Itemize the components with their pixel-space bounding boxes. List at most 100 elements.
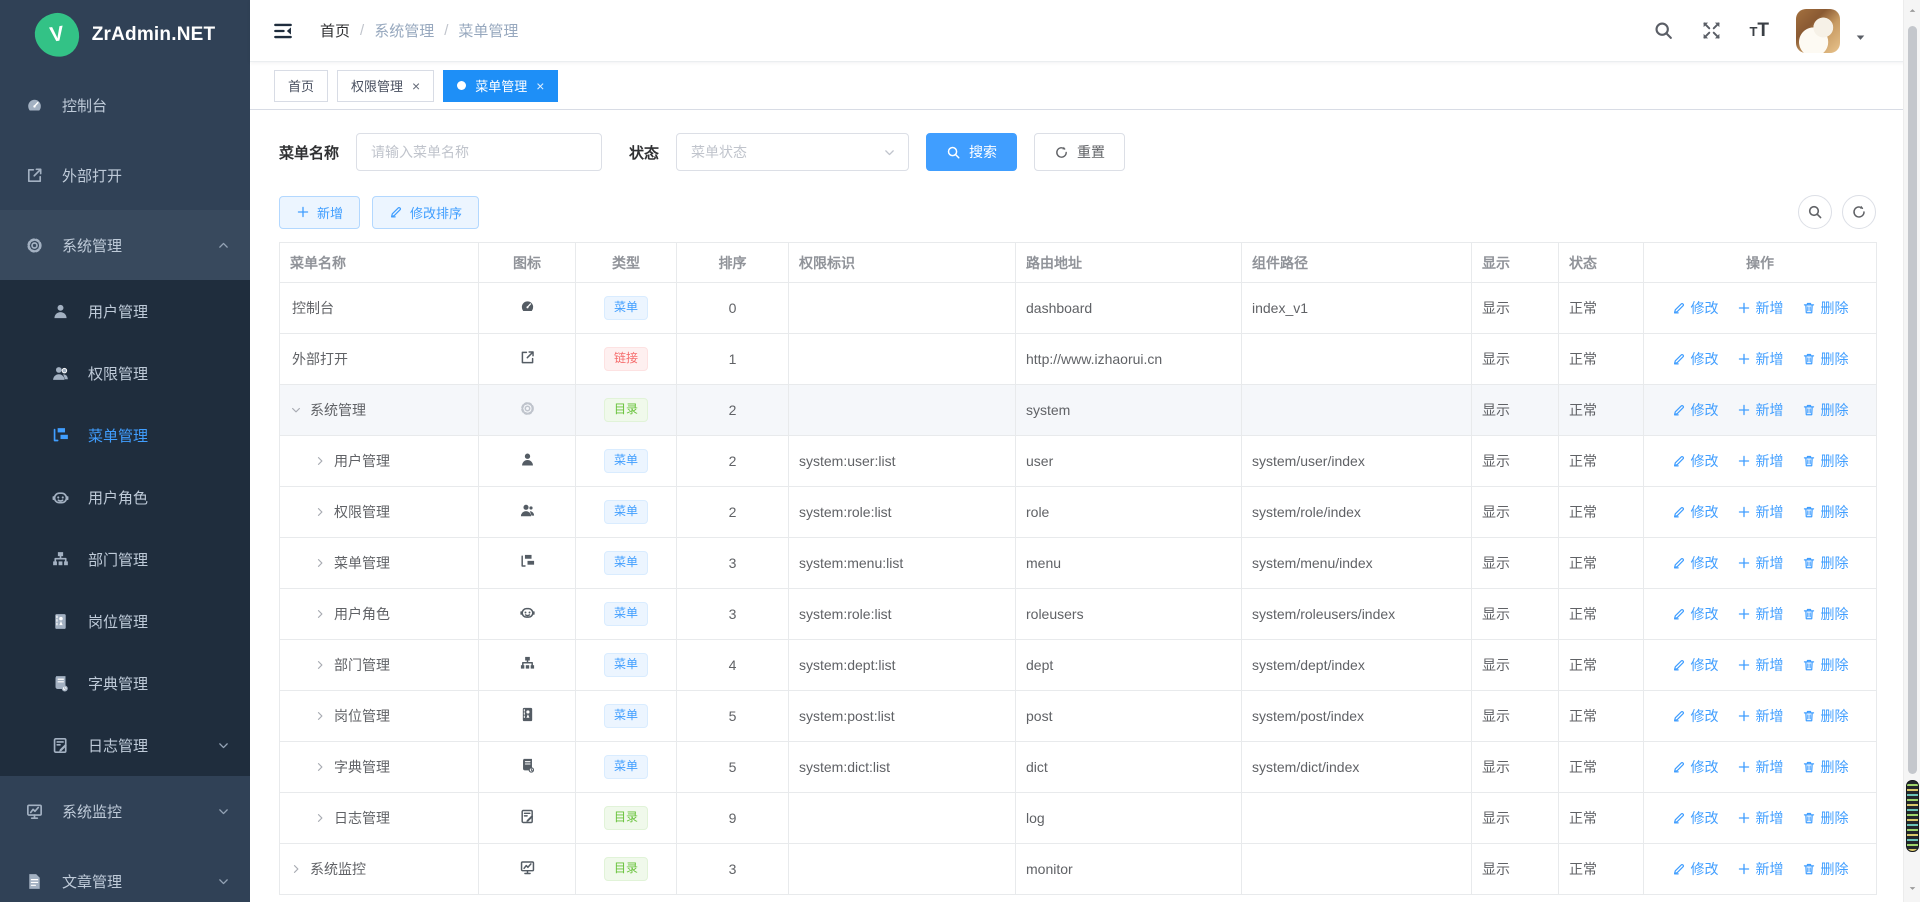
tab[interactable]: 权限管理 × — [337, 70, 434, 102]
cell-actions: 修改新增删除 — [1644, 385, 1877, 436]
plus-icon — [1737, 811, 1751, 825]
trash-row-action[interactable]: 删除 — [1802, 757, 1849, 777]
sidebar-item-book[interactable]: 字典管理 — [0, 652, 250, 714]
plus-row-action[interactable]: 新增 — [1737, 859, 1784, 879]
edit-row-action[interactable]: 修改 — [1672, 400, 1719, 420]
trash-row-action[interactable]: 删除 — [1802, 604, 1849, 624]
edit-row-action[interactable]: 修改 — [1672, 757, 1719, 777]
tree-expand-icon[interactable] — [314, 455, 326, 467]
cell-perms: system:role:list — [789, 487, 1016, 538]
edit-sort-button[interactable]: 修改排序 — [372, 196, 479, 229]
font-size-icon[interactable]: TT — [1749, 21, 1769, 40]
close-icon[interactable]: × — [412, 79, 420, 93]
trash-row-action[interactable]: 删除 — [1802, 400, 1849, 420]
cell-type: 目录 — [576, 793, 677, 844]
edit-row-action[interactable]: 修改 — [1672, 298, 1719, 318]
scrollbar-thumb[interactable] — [1908, 26, 1917, 774]
trash-row-action[interactable]: 删除 — [1802, 808, 1849, 828]
tree-expand-icon[interactable] — [314, 608, 326, 620]
trash-row-action[interactable]: 删除 — [1802, 706, 1849, 726]
scroll-up-arrow-icon[interactable] — [1904, 2, 1920, 18]
sidebar-item-monitor[interactable]: 系统监控 — [0, 776, 250, 846]
sidebar-item-article[interactable]: 文章管理 — [0, 846, 250, 902]
avatar[interactable] — [1796, 9, 1840, 53]
sidebar-item-tree[interactable]: 菜单管理 — [0, 404, 250, 466]
reset-button[interactable]: 重置 — [1034, 133, 1125, 171]
edit-row-action[interactable]: 修改 — [1672, 859, 1719, 879]
search-button[interactable]: 搜索 — [926, 133, 1017, 171]
fullscreen-icon[interactable] — [1701, 20, 1722, 41]
sidebar-item-robot[interactable]: 用户角色 — [0, 466, 250, 528]
plus-row-action[interactable]: 新增 — [1737, 553, 1784, 573]
plus-row-action[interactable]: 新增 — [1737, 349, 1784, 369]
cell-perms: system:dict:list — [789, 742, 1016, 793]
sidebar-item-sitemap[interactable]: 部门管理 — [0, 528, 250, 590]
cell-actions: 修改新增删除 — [1644, 640, 1877, 691]
toggle-search-button[interactable] — [1798, 195, 1832, 229]
sidebar-item-dashboard[interactable]: 控制台 — [0, 70, 250, 140]
trash-row-action[interactable]: 删除 — [1802, 349, 1849, 369]
tab-label: 权限管理 — [351, 76, 403, 95]
close-icon[interactable]: × — [536, 79, 544, 93]
sidebar-item-log[interactable]: 日志管理 — [0, 714, 250, 776]
cell-order: 3 — [677, 538, 789, 589]
status-select[interactable]: 菜单状态 — [676, 133, 909, 171]
sidebar-item-user[interactable]: 用户管理 — [0, 280, 250, 342]
logo[interactable]: V ZrAdmin.NET — [0, 0, 250, 70]
active-tab-dot — [457, 81, 466, 90]
breadcrumb-item[interactable]: 首页 — [320, 20, 350, 41]
trash-row-action[interactable]: 删除 — [1802, 655, 1849, 675]
plus-row-action[interactable]: 新增 — [1737, 706, 1784, 726]
tree-expand-icon[interactable] — [314, 761, 326, 773]
edit-row-action[interactable]: 修改 — [1672, 808, 1719, 828]
tree-expand-icon[interactable] — [314, 659, 326, 671]
plus-row-action[interactable]: 新增 — [1737, 451, 1784, 471]
plus-row-action[interactable]: 新增 — [1737, 757, 1784, 777]
search-icon[interactable] — [1653, 20, 1674, 41]
plus-icon — [1737, 301, 1751, 315]
trash-row-action[interactable]: 删除 — [1802, 553, 1849, 573]
trash-row-action[interactable]: 删除 — [1802, 859, 1849, 879]
menu-name-input[interactable]: 请输入菜单名称 — [356, 133, 602, 171]
sidebar-item-gear[interactable]: 系统管理 — [0, 210, 250, 280]
tree-expand-icon[interactable] — [290, 404, 302, 416]
caret-down-icon[interactable] — [1855, 32, 1866, 43]
cell-order: 2 — [677, 436, 789, 487]
tree-expand-icon[interactable] — [290, 863, 302, 875]
refresh-table-button[interactable] — [1842, 195, 1876, 229]
edit-row-action[interactable]: 修改 — [1672, 451, 1719, 471]
trash-row-action[interactable]: 删除 — [1802, 451, 1849, 471]
sidebar-item-badge[interactable]: 岗位管理 — [0, 590, 250, 652]
edit-row-action[interactable]: 修改 — [1672, 706, 1719, 726]
edit-row-action[interactable]: 修改 — [1672, 553, 1719, 573]
tree-expand-icon[interactable] — [314, 506, 326, 518]
edit-row-action[interactable]: 修改 — [1672, 604, 1719, 624]
add-button[interactable]: 新增 — [279, 196, 360, 229]
sidebar-item-users[interactable]: 权限管理 — [0, 342, 250, 404]
edit-row-action[interactable]: 修改 — [1672, 349, 1719, 369]
tree-expand-icon[interactable] — [314, 710, 326, 722]
plus-row-action[interactable]: 新增 — [1737, 808, 1784, 828]
plus-row-action[interactable]: 新增 — [1737, 655, 1784, 675]
plus-icon — [1737, 403, 1751, 417]
sidebar-collapse-icon[interactable] — [272, 20, 294, 42]
edit-row-action[interactable]: 修改 — [1672, 655, 1719, 675]
tab[interactable]: 首页 — [274, 70, 328, 102]
scroll-down-arrow-icon[interactable] — [1904, 880, 1920, 896]
tree-expand-icon[interactable] — [314, 812, 326, 824]
action-label: 新增 — [1756, 553, 1784, 573]
tab[interactable]: 菜单管理× — [443, 70, 558, 102]
plus-row-action[interactable]: 新增 — [1737, 604, 1784, 624]
plus-row-action[interactable]: 新增 — [1737, 298, 1784, 318]
type-tag: 菜单 — [604, 449, 648, 473]
tree-expand-icon[interactable] — [314, 557, 326, 569]
plus-icon — [1737, 607, 1751, 621]
sidebar-item-external-link[interactable]: 外部打开 — [0, 140, 250, 210]
cell-name: 日志管理 — [280, 793, 479, 844]
trash-row-action[interactable]: 删除 — [1802, 502, 1849, 522]
cell-order: 4 — [677, 640, 789, 691]
trash-row-action[interactable]: 删除 — [1802, 298, 1849, 318]
edit-row-action[interactable]: 修改 — [1672, 502, 1719, 522]
plus-row-action[interactable]: 新增 — [1737, 400, 1784, 420]
plus-row-action[interactable]: 新增 — [1737, 502, 1784, 522]
